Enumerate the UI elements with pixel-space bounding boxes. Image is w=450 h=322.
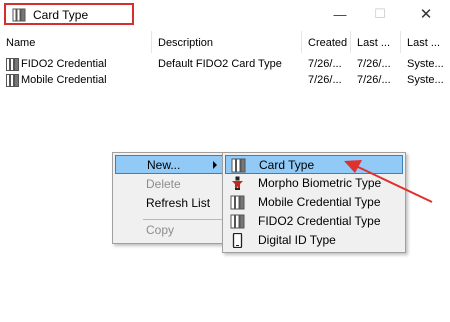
window-title: Card Type	[33, 8, 89, 22]
phone-icon	[232, 233, 243, 248]
column-header-name[interactable]: Name	[0, 31, 152, 53]
menu-item-label: Refresh List	[146, 196, 211, 210]
column-header-last-modified[interactable]: Last ...	[351, 31, 401, 53]
biometric-person-icon	[232, 176, 243, 190]
row-created: 7/26/...	[308, 74, 342, 86]
menu-item-label: Delete	[146, 177, 181, 191]
table-row[interactable]: FIDO2 Credential Default FIDO2 Card Type…	[0, 56, 450, 72]
card-icon	[231, 158, 246, 173]
menu-item-copy[interactable]: Copy	[115, 221, 224, 240]
column-header-last-by[interactable]: Last ...	[401, 31, 450, 53]
submenu-item-fido2-credential-type[interactable]: FIDO2 Credential Type	[225, 212, 403, 231]
row-description: Default FIDO2 Card Type	[158, 58, 282, 70]
card-icon	[6, 58, 19, 71]
submenu-arrow-icon	[213, 161, 217, 169]
card-icon	[230, 214, 245, 229]
row-name: FIDO2 Credential	[21, 58, 107, 70]
row-last-by: Syste...	[407, 74, 444, 86]
maximize-button[interactable]: ☐	[358, 2, 402, 26]
row-created: 7/26/...	[308, 58, 342, 70]
menu-item-new[interactable]: New...	[115, 155, 224, 174]
menu-item-delete[interactable]: Delete	[115, 175, 224, 194]
row-last-modified: 7/26/...	[357, 58, 391, 70]
card-icon	[230, 195, 245, 210]
submenu-item-label: FIDO2 Credential Type	[258, 214, 381, 228]
menu-item-label: Copy	[146, 223, 175, 237]
context-menu: New... Delete Refresh List Copy	[112, 152, 227, 244]
row-last-by: Syste...	[407, 58, 444, 70]
row-name: Mobile Credential	[21, 74, 107, 86]
new-submenu: Card Type Morpho Biometric Type Mobile C…	[222, 152, 406, 253]
submenu-item-digital-id-type[interactable]: Digital ID Type	[225, 231, 403, 250]
submenu-item-card-type[interactable]: Card Type	[225, 155, 403, 174]
submenu-item-morpho-biometric-type[interactable]: Morpho Biometric Type	[225, 174, 403, 193]
menu-separator	[143, 219, 222, 220]
submenu-item-label: Digital ID Type	[258, 233, 336, 247]
submenu-item-label: Card Type	[259, 158, 315, 172]
column-header-created[interactable]: Created	[302, 31, 351, 53]
table-row[interactable]: Mobile Credential 7/26/... 7/26/... Syst…	[0, 72, 450, 88]
submenu-item-label: Morpho Biometric Type	[258, 176, 382, 190]
title-bar: Card Type — ☐ ✕	[0, 0, 450, 31]
minimize-button[interactable]: —	[318, 2, 362, 26]
menu-item-refresh-list[interactable]: Refresh List	[115, 194, 224, 213]
submenu-item-label: Mobile Credential Type	[258, 195, 381, 209]
list-header: Name Description Created Last ... Last .…	[0, 31, 450, 53]
title-highlight-box: Card Type	[4, 3, 134, 25]
card-type-icon	[12, 8, 26, 22]
card-icon	[6, 74, 19, 87]
close-button[interactable]: ✕	[404, 2, 448, 26]
submenu-item-mobile-credential-type[interactable]: Mobile Credential Type	[225, 193, 403, 212]
menu-item-label: New...	[147, 158, 181, 172]
column-header-description[interactable]: Description	[152, 31, 302, 53]
row-last-modified: 7/26/...	[357, 74, 391, 86]
